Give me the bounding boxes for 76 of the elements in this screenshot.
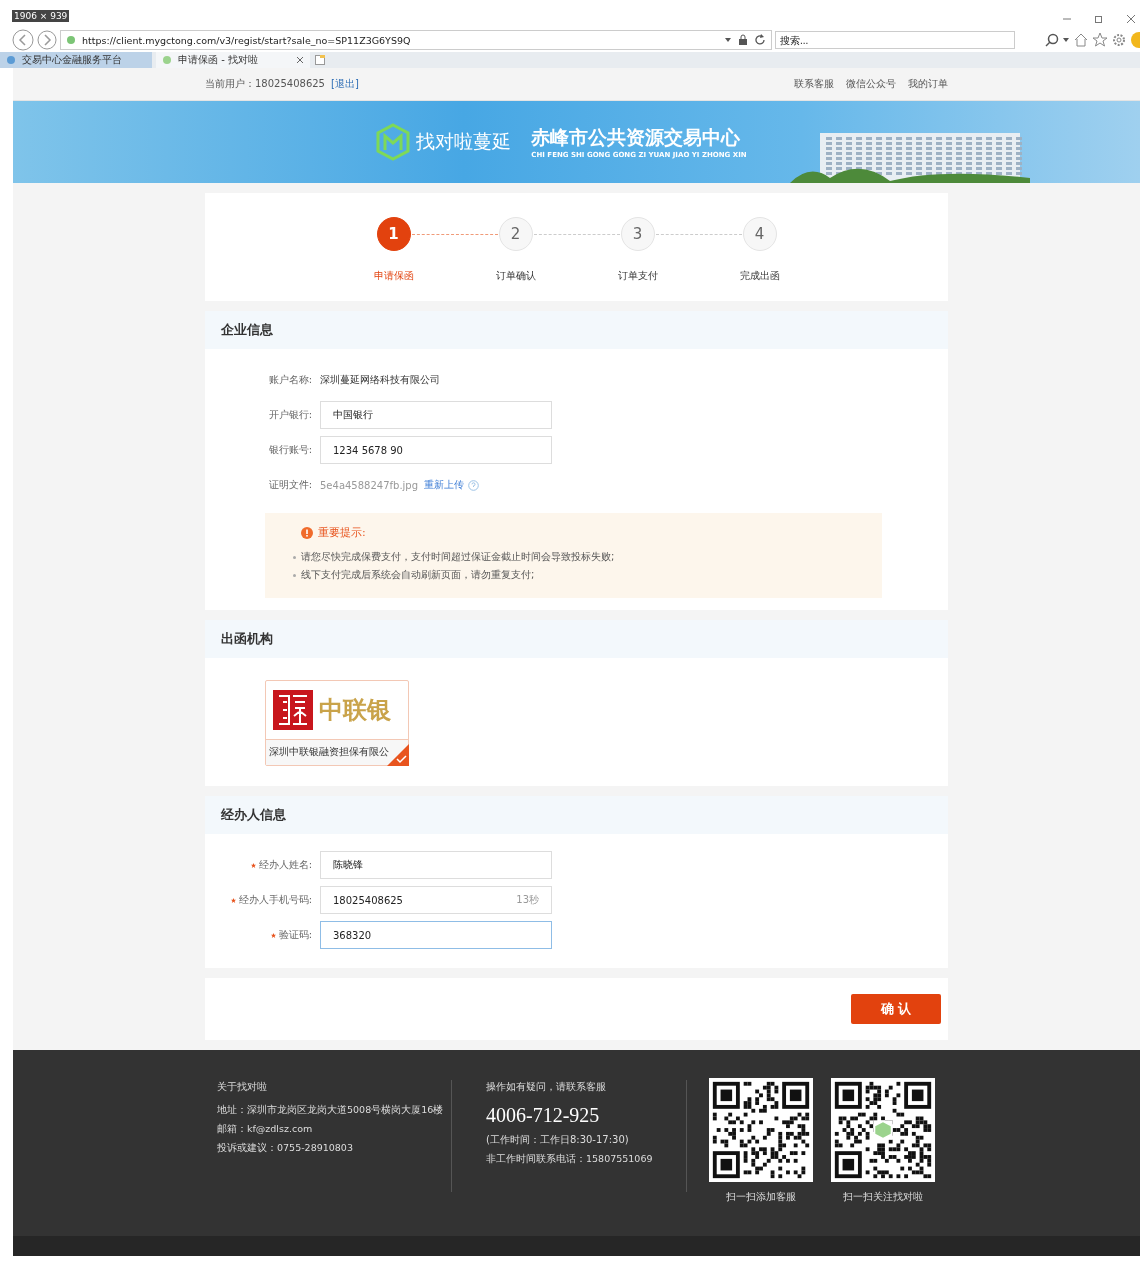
star-icon[interactable] [1092, 32, 1108, 48]
step-number: 1 [376, 217, 411, 251]
bullet-icon [293, 573, 296, 577]
qr-caption: 扫一扫添加客服 [726, 1190, 796, 1204]
header-link[interactable]: 微信公众号 [846, 77, 896, 91]
input-field[interactable]: 1234 5678 90 [320, 436, 552, 464]
header-link[interactable]: 我的订单 [908, 77, 948, 91]
section-header: 经办人信息 [205, 796, 948, 834]
hotline-number: 4006-712-925 [486, 1104, 601, 1127]
close-icon[interactable] [1126, 14, 1136, 24]
section-header: 企业信息 [205, 311, 948, 349]
notice-title: 重要提示: [318, 525, 366, 540]
check-corner-icon [387, 744, 409, 766]
step-number: 4 [742, 217, 777, 251]
file-name: 5e4a4588247fb.jpg [320, 479, 419, 491]
step-label: 申请保函 [373, 269, 414, 283]
search-icon[interactable] [1045, 33, 1059, 47]
step-label: 完成出函 [739, 269, 780, 283]
step-number: 3 [620, 217, 655, 251]
issuer-name: 深圳中联银融资担保有限公 [269, 746, 389, 759]
footer-text: 非工作时间联系电话：15807551069 [486, 1153, 654, 1166]
alert-icon [301, 526, 313, 539]
seal-logo-icon [273, 690, 313, 730]
footer-text: 邮箱：kf@zdlsz.com [217, 1123, 314, 1136]
countdown: 13秒 [516, 893, 539, 907]
home-icon[interactable] [1073, 32, 1089, 48]
close-icon[interactable] [296, 56, 304, 64]
input-field[interactable]: 368320 [320, 921, 552, 949]
logout-link[interactable]: [退出] [331, 77, 359, 91]
browser-tab[interactable]: 申请保函 - 找对啦 [156, 52, 310, 68]
notice-text: 线下支付完成后系统会自动刷新页面，请勿重复支付; [301, 568, 535, 582]
qr-caption: 扫一扫关注找对啦 [843, 1190, 923, 1204]
step-label: 订单支付 [617, 269, 658, 283]
size-label: 1906 × 939 [12, 10, 70, 22]
issuer-card[interactable]: 中联银 深圳中联银融资担保有限公 [265, 680, 409, 766]
back-icon[interactable] [12, 29, 34, 51]
field-label: 银行账号: [267, 443, 312, 457]
search-field[interactable]: 搜索... [775, 31, 1015, 49]
header-link[interactable]: 联系客服 [794, 77, 834, 91]
footer-text: (工作时间：工作日8:30-17:30) [486, 1133, 630, 1147]
new-tab-icon[interactable] [314, 54, 326, 66]
forward-icon[interactable] [37, 30, 57, 50]
field-label: 经办人手机号码: [238, 893, 312, 907]
field-label: 账户名称: [267, 373, 312, 387]
bullet-icon [293, 555, 296, 559]
dropdown-icon[interactable] [1062, 36, 1070, 44]
step-label: 订单确认 [495, 269, 536, 283]
account-name: 深圳蔓延网络科技有限公司 [320, 373, 440, 387]
lock-icon [738, 34, 748, 46]
confirm-button[interactable]: 确 认 [851, 994, 941, 1024]
input-field[interactable]: 18025408625 13秒 [320, 886, 552, 914]
footer-title: 关于找对啦 [217, 1080, 268, 1094]
field-label: 证明文件: [267, 478, 312, 492]
footer-title: 操作如有疑问，请联系客服 [486, 1080, 607, 1094]
footer-text: 地址：深圳市龙岗区龙岗大道5008号横岗大厦16楼 [217, 1104, 445, 1117]
dropdown-icon[interactable] [724, 36, 732, 44]
banner-title: 赤峰市公共资源交易中心 [531, 125, 742, 150]
hexagon-logo-icon [376, 123, 411, 161]
settings-icon[interactable] [1111, 32, 1127, 48]
input-field[interactable]: 中国银行 [320, 401, 552, 429]
address-bar[interactable]: https://client.mygctong.com/v3/regist/start?sale_no=SP11Z3G6YS9Q [60, 30, 772, 50]
reupload-link[interactable]: 重新上传 [424, 478, 465, 492]
input-field[interactable]: 陈晓锋 [320, 851, 552, 879]
current-user: 当前用户：18025408625 [205, 77, 325, 91]
section-header: 出函机构 [205, 620, 948, 658]
step-number: 2 [498, 217, 533, 251]
field-label: 经办人姓名: [258, 858, 312, 872]
refresh-icon[interactable] [754, 34, 766, 46]
browser-tab[interactable]: 交易中心金融服务平台 [0, 52, 152, 68]
field-label: 开户银行: [267, 408, 312, 422]
brand-name: 找对啦蔓延 [416, 129, 512, 154]
footer-text: 投诉或建议：0755-28910803 [217, 1142, 354, 1155]
restore-icon[interactable] [1094, 14, 1104, 24]
notice-text: 请您尽快完成保费支付，支付时间超过保证金截止时间会导致投标失败; [301, 550, 615, 564]
issuer-logo-text: 中联银 [319, 695, 391, 726]
field-label: 验证码: [278, 928, 312, 942]
